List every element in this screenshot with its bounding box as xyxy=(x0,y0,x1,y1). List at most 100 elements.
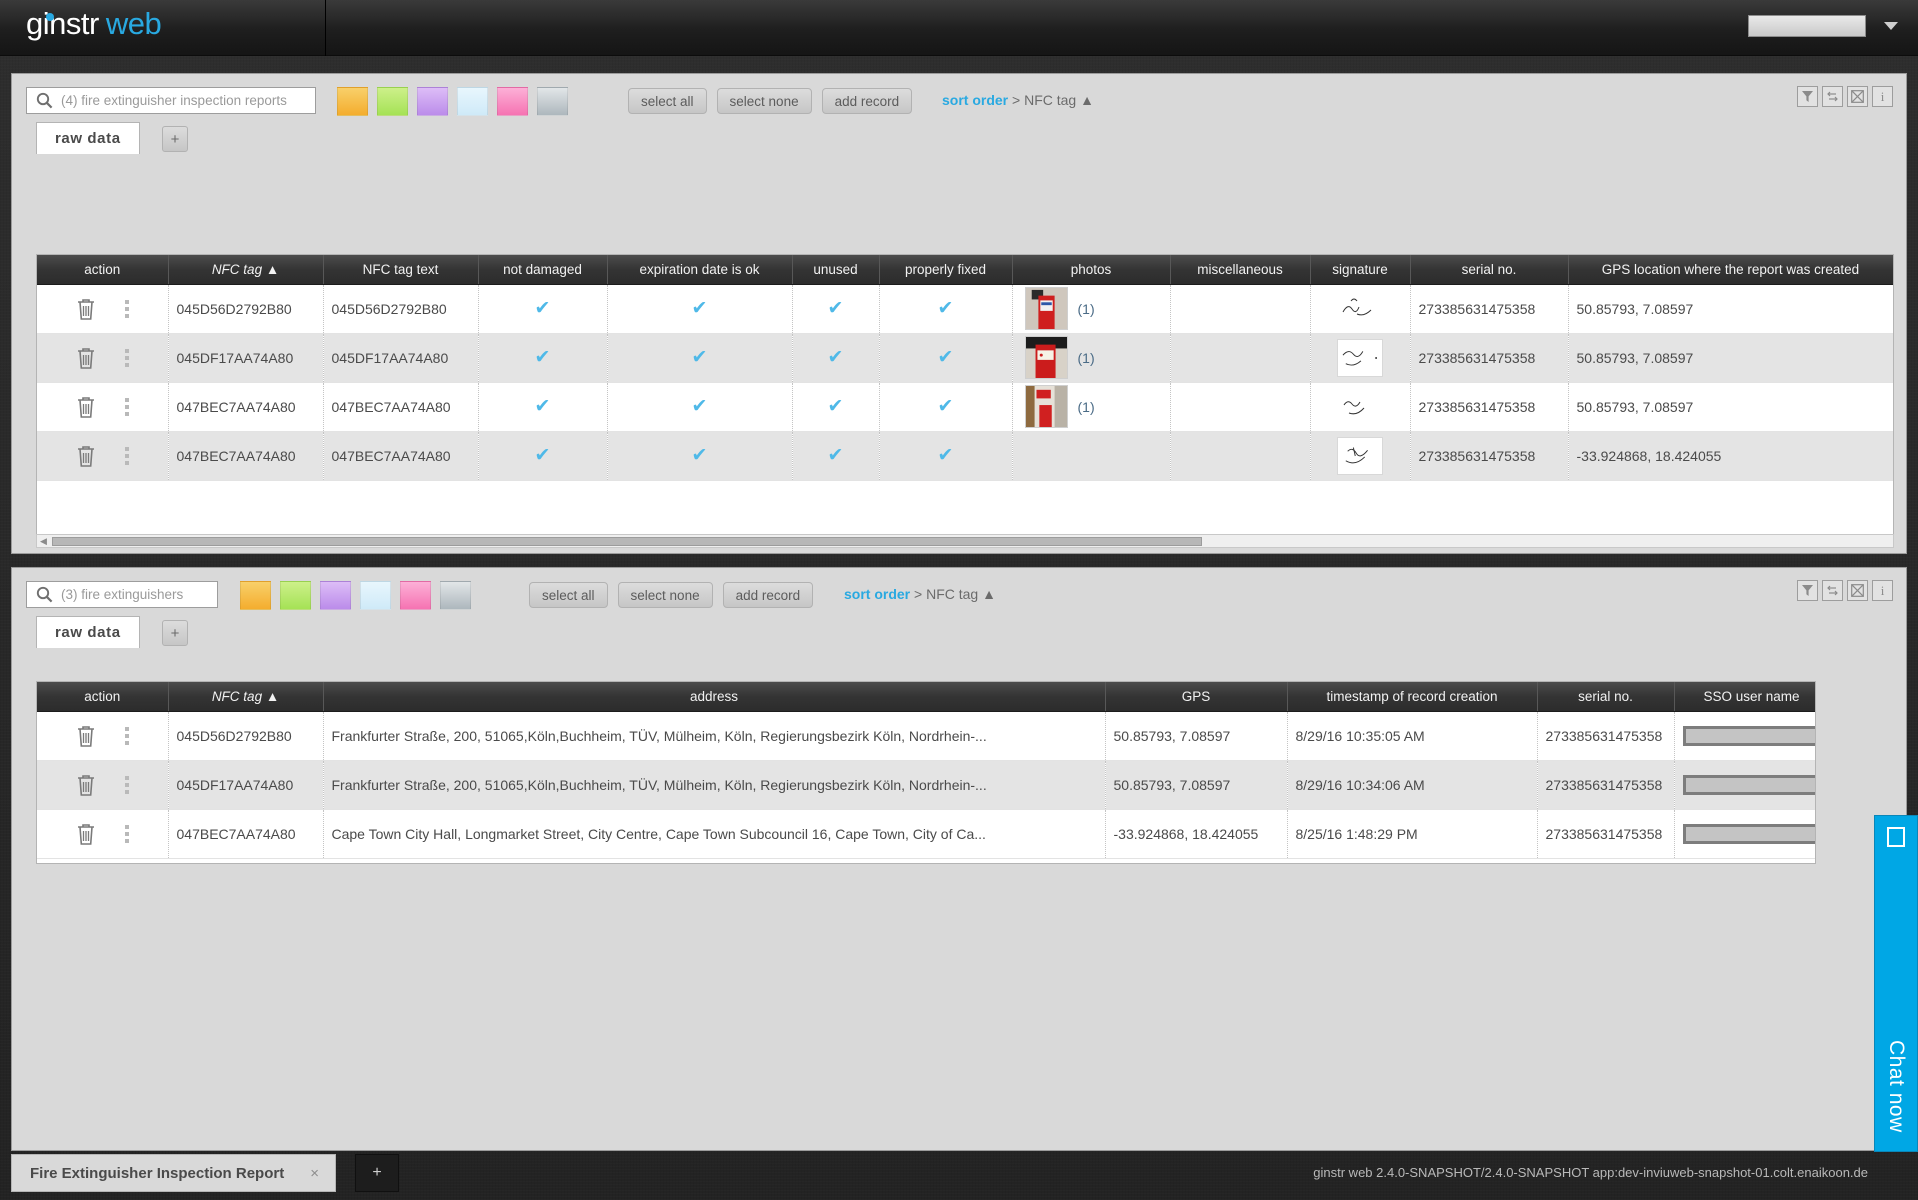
col-gps[interactable]: GPS xyxy=(1105,682,1288,712)
row-menu-icon[interactable] xyxy=(125,299,130,318)
chat-now-button[interactable]: Chat now xyxy=(1874,815,1918,1152)
row-menu-icon[interactable] xyxy=(125,348,130,367)
col-timestamp[interactable]: timestamp of record creation xyxy=(1287,682,1538,712)
row-menu-icon[interactable] xyxy=(125,775,130,794)
delete-icon[interactable] xyxy=(75,395,97,419)
signature-image[interactable] xyxy=(1337,290,1383,328)
swatch-purple[interactable] xyxy=(320,581,351,610)
col-nfc-tag[interactable]: NFC tag ▲ xyxy=(168,682,324,712)
signature-image[interactable] xyxy=(1337,338,1383,377)
scrollbar-thumb[interactable] xyxy=(52,536,1202,546)
swatch-yellow[interactable] xyxy=(337,87,368,116)
row-menu-icon[interactable] xyxy=(125,726,130,745)
account-select[interactable] xyxy=(1748,15,1866,37)
table-row[interactable]: 045D56D2792B80 045D56D2792B80 ✔ ✔ ✔ ✔ (1) 27338… xyxy=(37,284,1893,334)
table-row[interactable]: 047BEC7AA74A80 047BEC7AA74A80 ✔ ✔ ✔ ✔ 27338563… xyxy=(37,431,1893,481)
tab-add-button[interactable]: + xyxy=(162,126,188,152)
swatch-pink[interactable] xyxy=(497,87,528,116)
col-action[interactable]: action xyxy=(37,682,169,712)
col-serial-no[interactable]: serial no. xyxy=(1537,682,1675,712)
photo-thumbnail[interactable] xyxy=(1024,385,1068,428)
sort-order-indicator[interactable]: sort order > NFC tag ▲ xyxy=(844,586,996,602)
cell-nfc-tag: 047BEC7AA74A80 xyxy=(168,431,324,481)
sort-order-label[interactable]: sort order xyxy=(942,92,1008,108)
filter-icon[interactable] xyxy=(1797,580,1818,601)
table-row[interactable]: 045DF17AA74A80 Frankfurter Straße, 200, 5… xyxy=(37,760,1815,810)
row-menu-icon[interactable] xyxy=(125,824,130,843)
cell-serial-no: 273385631475358 xyxy=(1410,333,1569,383)
swatch-green[interactable] xyxy=(280,581,311,610)
col-not-damaged[interactable]: not damaged xyxy=(478,255,608,285)
row-menu-icon[interactable] xyxy=(125,446,130,465)
swatch-purple[interactable] xyxy=(417,87,448,116)
col-serial-no[interactable]: serial no. xyxy=(1410,255,1569,285)
col-signature[interactable]: signature xyxy=(1310,255,1411,285)
chevron-down-icon[interactable] xyxy=(1884,22,1898,30)
swatch-lightblue[interactable] xyxy=(360,581,391,610)
table-row[interactable]: 047BEC7AA74A80 047BEC7AA74A80 ✔ ✔ ✔ ✔ (1) 27338… xyxy=(37,382,1893,432)
col-nfc-tag[interactable]: NFC tag ▲ xyxy=(168,255,324,285)
swatch-grey[interactable] xyxy=(537,87,568,116)
chat-now-label: Chat now xyxy=(1885,1040,1908,1133)
sort-order-indicator[interactable]: sort order > NFC tag ▲ xyxy=(942,92,1094,108)
tab-add-button[interactable]: + xyxy=(162,620,188,646)
select-none-button[interactable]: select none xyxy=(617,582,713,608)
signature-image[interactable] xyxy=(1337,388,1383,426)
swatch-pink[interactable] xyxy=(400,581,431,610)
col-photos[interactable]: photos xyxy=(1012,255,1171,285)
col-properly-fixed[interactable]: properly fixed xyxy=(879,255,1013,285)
signature-image[interactable] xyxy=(1337,436,1383,475)
add-record-button[interactable]: add record xyxy=(722,582,814,608)
cell-unused: ✔ xyxy=(792,333,880,383)
photo-thumbnail[interactable] xyxy=(1024,287,1068,330)
photo-thumbnail[interactable] xyxy=(1024,336,1068,379)
delete-icon[interactable] xyxy=(75,297,97,321)
select-all-button[interactable]: select all xyxy=(628,88,707,114)
cell-gps: 50.85793, 7.08597 xyxy=(1105,711,1288,761)
delete-icon[interactable] xyxy=(75,773,97,797)
close-icon[interactable] xyxy=(1847,86,1868,107)
swap-icon[interactable] xyxy=(1822,580,1843,601)
swatch-green[interactable] xyxy=(377,87,408,116)
tab-raw-data[interactable]: raw data xyxy=(36,616,140,648)
table-row[interactable]: 047BEC7AA74A80 Cape Town City Hall, Longm… xyxy=(37,809,1815,859)
reports-action-buttons: select all select none add record xyxy=(628,88,913,114)
swatch-yellow[interactable] xyxy=(240,581,271,610)
col-expiration-date-is-ok[interactable]: expiration date is ok xyxy=(607,255,793,285)
close-icon[interactable] xyxy=(1847,580,1868,601)
close-icon[interactable]: × xyxy=(310,1165,319,1182)
delete-icon[interactable] xyxy=(75,346,97,370)
select-all-button[interactable]: select all xyxy=(529,582,608,608)
col-sso-user-name[interactable]: SSO user name xyxy=(1674,682,1815,712)
col-gps-location[interactable]: GPS location where the report was create… xyxy=(1568,255,1893,285)
search-icon xyxy=(36,586,53,603)
search-input[interactable]: (4) fire extinguisher inspection reports xyxy=(26,87,316,114)
document-tab[interactable]: Fire Extinguisher Inspection Report × xyxy=(11,1154,336,1192)
filter-icon[interactable] xyxy=(1797,86,1818,107)
horizontal-scrollbar[interactable]: ◀ xyxy=(36,534,1894,548)
sort-order-label[interactable]: sort order xyxy=(844,586,910,602)
swap-icon[interactable] xyxy=(1822,86,1843,107)
add-record-button[interactable]: add record xyxy=(821,88,913,114)
col-nfc-tag-text[interactable]: NFC tag text xyxy=(323,255,479,285)
col-miscellaneous[interactable]: miscellaneous xyxy=(1170,255,1311,285)
swatch-grey[interactable] xyxy=(440,581,471,610)
table-row[interactable]: 045DF17AA74A80 045DF17AA74A80 ✔ ✔ ✔ ✔ (1) 27338… xyxy=(37,333,1893,383)
table-row[interactable]: 045D56D2792B80 Frankfurter Straße, 200, 5… xyxy=(37,711,1815,761)
cell-miscellaneous xyxy=(1170,382,1311,432)
delete-icon[interactable] xyxy=(75,444,97,468)
delete-icon[interactable] xyxy=(75,724,97,748)
info-icon[interactable]: i xyxy=(1872,580,1893,601)
col-action[interactable]: action xyxy=(37,255,169,285)
info-icon[interactable]: i xyxy=(1872,86,1893,107)
swatch-lightblue[interactable] xyxy=(457,87,488,116)
tab-raw-data[interactable]: raw data xyxy=(36,122,140,154)
select-none-button[interactable]: select none xyxy=(716,88,812,114)
col-address[interactable]: address xyxy=(323,682,1106,712)
row-menu-icon[interactable] xyxy=(125,397,130,416)
add-document-button[interactable]: + xyxy=(355,1154,399,1192)
delete-icon[interactable] xyxy=(75,822,97,846)
search-input[interactable]: (3) fire extinguishers xyxy=(26,581,218,608)
scroll-left-icon[interactable]: ◀ xyxy=(37,536,50,547)
col-unused[interactable]: unused xyxy=(792,255,880,285)
